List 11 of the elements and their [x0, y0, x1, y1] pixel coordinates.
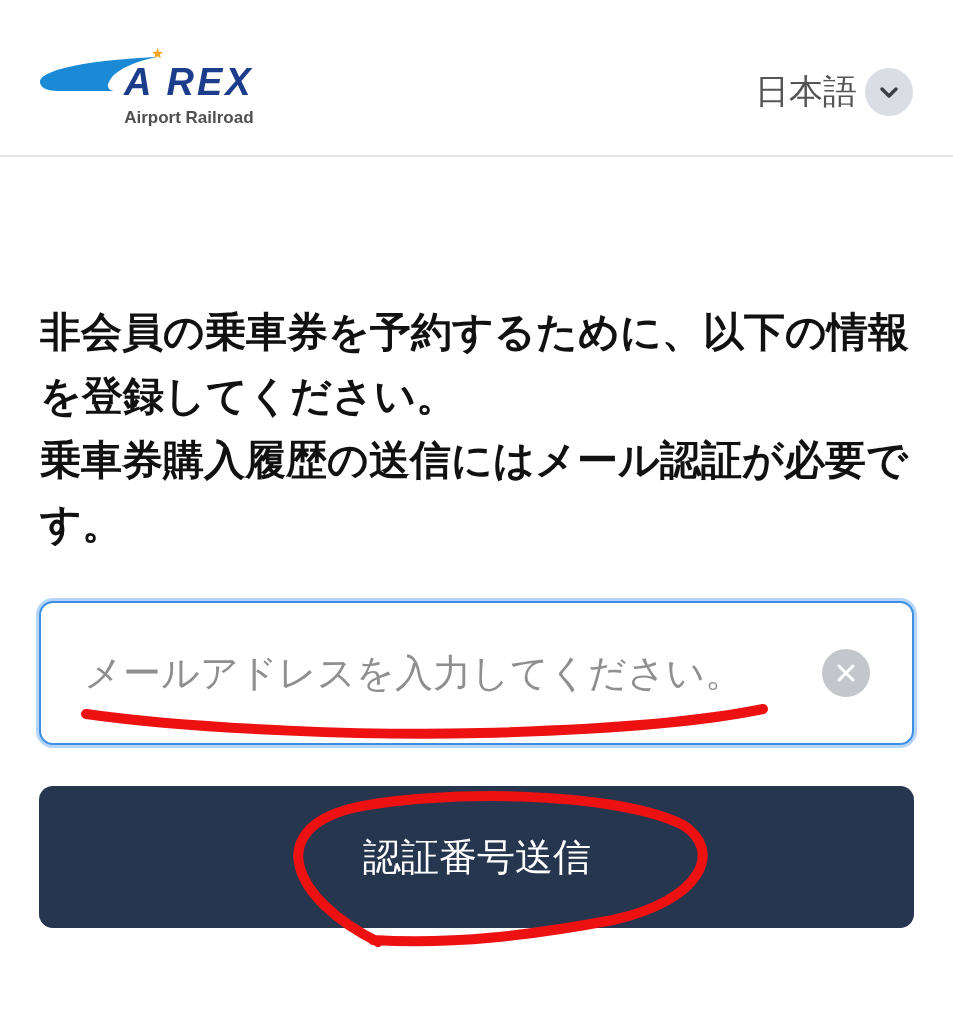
language-select[interactable]: 日本語	[755, 67, 913, 116]
star-icon	[152, 47, 164, 59]
instruction-text: 非会員の乗車券を予約するために、以下の情報を登録してください。	[39, 308, 910, 421]
logo-wordmark: A	[124, 62, 155, 101]
logo-wordmark: REX	[166, 62, 254, 101]
email-field[interactable]: メールアドレスを入力してください。	[39, 601, 914, 745]
instruction-text: 乗車券購入履歴の送信にはメール認証が必要です。	[39, 436, 910, 549]
chevron-down-icon	[865, 67, 913, 116]
logo-tagline: Airport Railroad	[124, 108, 254, 128]
send-code-button[interactable]: 認証番号送信	[39, 786, 914, 928]
clear-icon[interactable]	[822, 649, 870, 697]
